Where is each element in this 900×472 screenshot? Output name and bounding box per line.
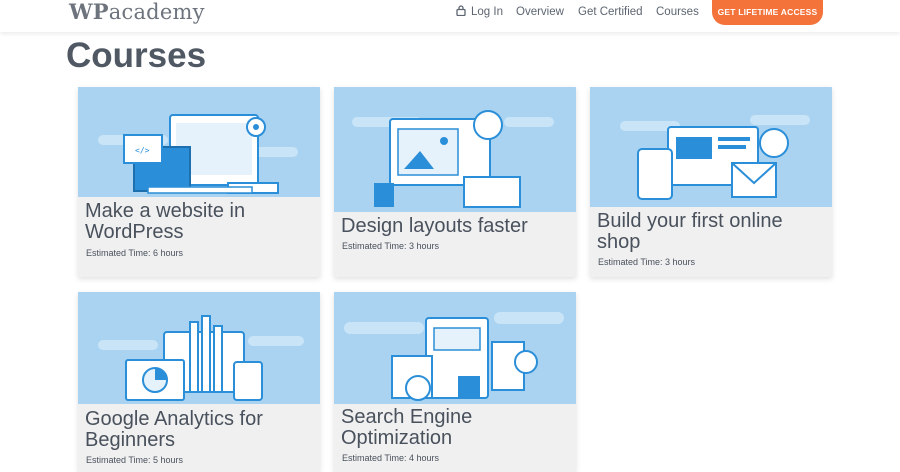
course-illustration — [590, 87, 832, 207]
svg-text:</>: </> — [135, 146, 150, 155]
course-title[interactable]: Make a website in WordPress — [85, 201, 245, 243]
course-card-online-shop[interactable]: Build your first online shop Estimated Ti… — [590, 87, 832, 277]
course-title[interactable]: Search Engine Optimization — [341, 407, 472, 449]
course-title[interactable]: Build your first online shop — [597, 211, 783, 253]
nav-login-label: Log In — [471, 6, 503, 18]
course-illustration — [334, 292, 576, 404]
page-title: Courses — [66, 36, 207, 75]
get-lifetime-access-button[interactable]: GET LIFETIME ACCESS — [712, 0, 823, 25]
nav-courses-link[interactable]: Courses — [656, 0, 699, 24]
estimated-time: Estimated Time: 4 hours — [342, 453, 440, 463]
course-illustration: </> — [78, 87, 320, 197]
course-card-design-layouts[interactable]: Design layouts faster Estimated Time: 3 … — [334, 87, 576, 277]
estimated-time: Estimated Time: 3 hours — [342, 241, 440, 251]
course-title[interactable]: Design layouts faster — [341, 216, 528, 237]
course-title[interactable]: Google Analytics for Beginners — [85, 409, 263, 451]
nav-overview-link[interactable]: Overview — [516, 0, 564, 24]
lock-icon — [456, 1, 466, 25]
course-card-google-analytics[interactable]: Google Analytics for Beginners Estimated … — [78, 292, 320, 472]
course-illustration — [334, 87, 576, 212]
site-logo[interactable]: WPacademy — [69, 0, 205, 24]
nav-get-certified-link[interactable]: Get Certified — [578, 0, 643, 24]
estimated-time: Estimated Time: 5 hours — [86, 455, 184, 465]
course-card-wordpress[interactable]: </> Make a website in WordPress Estimated… — [78, 87, 320, 277]
course-illustration — [78, 292, 320, 404]
estimated-time: Estimated Time: 6 hours — [86, 248, 184, 258]
course-card-seo[interactable]: Search Engine Optimization Estimated Time… — [334, 292, 576, 472]
estimated-time: Estimated Time: 3 hours — [598, 257, 696, 267]
top-navbar: WPacademy Log In Overview Get Certified … — [0, 0, 900, 32]
nav-login-link[interactable]: Log In — [456, 0, 503, 24]
